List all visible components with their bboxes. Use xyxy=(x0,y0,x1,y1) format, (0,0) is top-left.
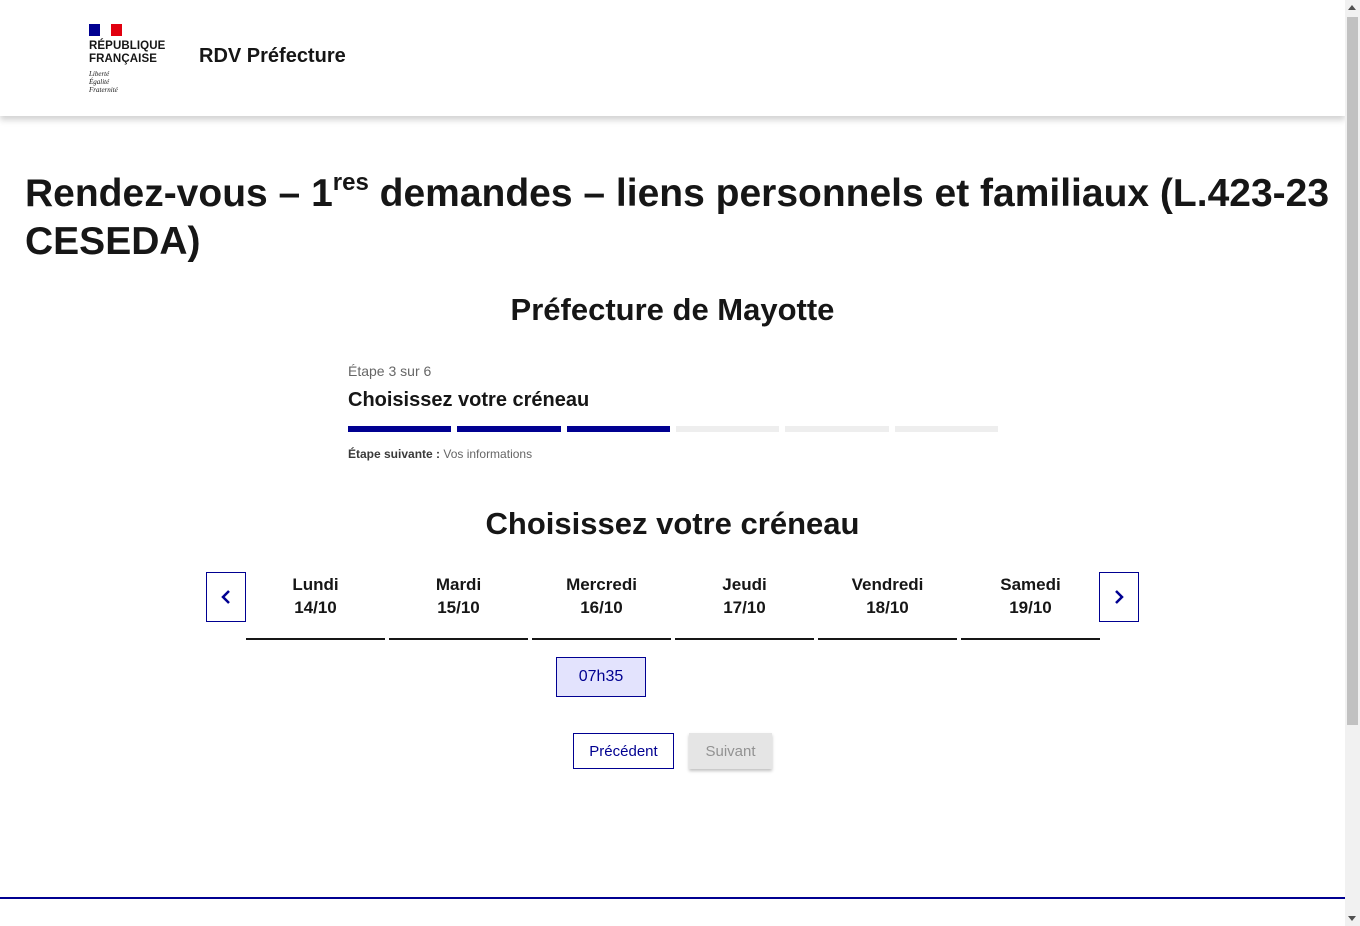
step-bar xyxy=(348,426,452,432)
day-name: Jeudi xyxy=(722,575,767,594)
vertical-scrollbar[interactable] xyxy=(1345,0,1360,926)
day-column: Mardi 15/10 xyxy=(389,573,528,640)
day-date: 15/10 xyxy=(437,598,480,617)
day-column: Mercredi 16/10 xyxy=(532,573,671,640)
page: RÉPUBLIQUE FRANÇAISE Liberté Égalité Fra… xyxy=(0,0,1345,926)
day-name: Mardi xyxy=(435,575,482,594)
page-title: Rendez-vous – 1res demandes – liens pers… xyxy=(25,169,1330,264)
marianne-flag-icon xyxy=(89,24,122,36)
day-date: 19/10 xyxy=(1009,598,1052,617)
step-title: Choisissez votre créneau xyxy=(348,389,590,411)
chevron-left-icon xyxy=(221,590,230,604)
step-bar xyxy=(566,426,670,432)
logo-motto: Liberté Égalité Fraternité xyxy=(89,70,118,94)
slot-heading: Choisissez votre créneau xyxy=(485,506,860,541)
scrollbar-thumb[interactable] xyxy=(1347,17,1358,725)
prefecture-name: Préfecture de Mayotte xyxy=(510,292,835,327)
next-week-button[interactable] xyxy=(1099,572,1139,622)
day-date: 16/10 xyxy=(580,598,623,617)
time-slot-button[interactable]: 07h35 xyxy=(556,657,646,697)
day-date: 14/10 xyxy=(294,598,337,617)
step-bar xyxy=(675,426,780,432)
previous-button[interactable]: Précédent xyxy=(573,733,674,769)
day-column: Jeudi 17/10 xyxy=(675,573,814,640)
next-button[interactable]: Suivant xyxy=(689,733,772,769)
day-name: Vendredi xyxy=(851,575,924,594)
step-count: Étape 3 sur 6 xyxy=(348,363,432,379)
day-column: Lundi 14/10 xyxy=(246,573,385,640)
day-name: Samedi xyxy=(1000,575,1061,594)
next-step-value: Vos informations xyxy=(440,447,533,461)
scroll-down-arrow-icon[interactable] xyxy=(1348,916,1356,921)
stepper: Étape 3 sur 6 Choisissez votre créneau É… xyxy=(348,363,998,461)
step-bar xyxy=(894,426,998,432)
day-date: 17/10 xyxy=(723,598,766,617)
day-date: 18/10 xyxy=(866,598,909,617)
day-name: Lundi xyxy=(292,575,339,594)
day-name: Mercredi xyxy=(566,575,637,594)
site-header: RÉPUBLIQUE FRANÇAISE Liberté Égalité Fra… xyxy=(0,0,1345,116)
previous-week-button[interactable] xyxy=(206,572,246,622)
next-step-info: Étape suivante : Vos informations xyxy=(348,447,998,461)
next-step-label: Étape suivante : xyxy=(348,447,441,461)
step-bar xyxy=(785,426,889,432)
day-column: Samedi 19/10 xyxy=(961,573,1100,640)
step-progress-bar xyxy=(348,426,998,432)
day-columns: Lundi 14/10 Mardi 15/10 Mercredi 16/10 Jeudi 17… xyxy=(246,573,1100,640)
site-title[interactable]: RDV Préfecture xyxy=(199,45,346,68)
day-column: Vendredi 18/10 xyxy=(818,573,957,640)
footer-border xyxy=(0,897,1345,899)
logo-text: RÉPUBLIQUE FRANÇAISE xyxy=(89,40,166,65)
step-bar xyxy=(457,426,561,432)
scroll-up-arrow-icon[interactable] xyxy=(1348,5,1356,10)
republique-francaise-logo[interactable]: RÉPUBLIQUE FRANÇAISE Liberté Égalité Fra… xyxy=(89,24,179,94)
chevron-right-icon xyxy=(1115,590,1124,604)
